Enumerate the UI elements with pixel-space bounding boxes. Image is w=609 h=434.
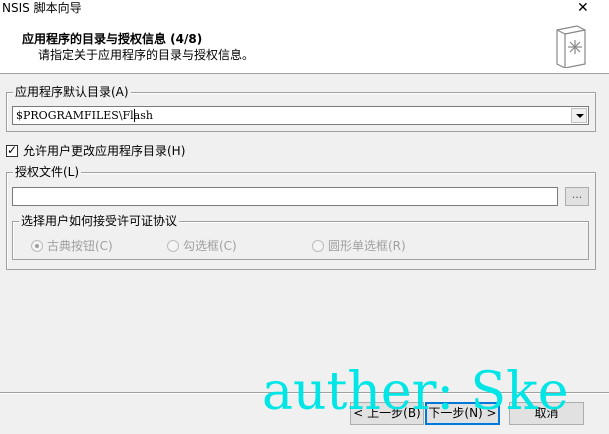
radio-classic-label: 古典按钮(C) — [47, 239, 113, 253]
browse-button[interactable]: ... — [565, 187, 589, 206]
accept-method-group-label: 选择用户如何接受许可证协议 — [19, 214, 180, 228]
allow-change-dir-label: 允许用户更改应用程序目录(H) — [23, 144, 186, 158]
title-bar: NSIS 脚本向导 ✕ — [0, 0, 609, 18]
footer-divider — [0, 392, 609, 394]
page-title: 应用程序的目录与授权信息 (4/8) — [22, 32, 203, 46]
next-button[interactable]: 下一步(N) > — [425, 402, 500, 425]
license-group-label: 授权文件(L) — [13, 165, 82, 179]
wizard-header: 应用程序的目录与授权信息 (4/8) 请指定关于应用程序的目录与授权信息。 — [0, 18, 609, 74]
radio-icon[interactable] — [167, 240, 179, 252]
check-icon: ✓ — [7, 143, 18, 157]
radio-checkbox-label: 勾选框(C) — [183, 239, 237, 253]
install-dir-value: $PROGRAMFILES\Flash — [16, 109, 153, 122]
chevron-down-icon[interactable] — [571, 108, 587, 123]
page-subtitle: 请指定关于应用程序的目录与授权信息。 — [38, 48, 255, 62]
radio-icon[interactable] — [312, 240, 324, 252]
text-caret — [134, 109, 135, 122]
radio-icon[interactable] — [31, 240, 43, 252]
install-dir-combobox[interactable]: $PROGRAMFILES\Flash — [12, 106, 589, 125]
cancel-button[interactable]: 取消 — [509, 402, 584, 425]
back-button[interactable]: < 上一步(B) — [350, 402, 424, 425]
window-title: NSIS 脚本向导 — [2, 1, 82, 15]
radio-radio-buttons-label: 圆形单选框(R) — [328, 239, 406, 253]
license-file-input[interactable] — [12, 187, 558, 206]
close-icon[interactable]: ✕ — [577, 1, 591, 15]
wizard-window: NSIS 脚本向导 ✕ 应用程序的目录与授权信息 (4/8) 请指定关于应用程序… — [0, 0, 609, 434]
wizard-book-icon — [556, 25, 586, 68]
install-dir-group-label: 应用程序默认目录(A) — [13, 85, 131, 99]
checkbox-box[interactable]: ✓ — [6, 143, 18, 157]
